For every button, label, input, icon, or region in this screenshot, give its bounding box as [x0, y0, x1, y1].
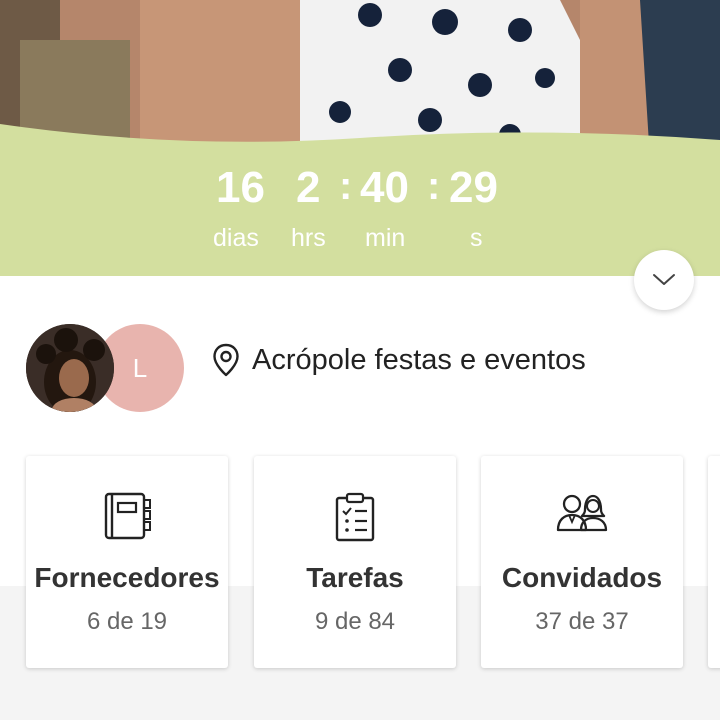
countdown-seconds-label: s — [470, 224, 483, 252]
countdown-hours-label: hrs — [291, 224, 326, 252]
card-guests[interactable]: Convidados 37 de 37 — [481, 456, 683, 668]
venue-name: Acrópole festas e eventos — [252, 343, 586, 376]
guests-icon — [555, 492, 609, 534]
countdown-separator: : — [339, 164, 353, 208]
venue-link[interactable]: Acrópole festas e eventos — [212, 340, 586, 380]
countdown: 16 2 : 40 : 29 dias hrs min s — [0, 0, 720, 276]
card-title: Fornecedores — [34, 562, 220, 593]
checklist-icon — [333, 492, 377, 542]
card-title: Convidados — [501, 562, 663, 593]
countdown-seconds: 29 — [449, 163, 498, 212]
countdown-separator: : — [427, 164, 441, 208]
location-pin-icon — [212, 343, 240, 377]
card-count: 37 de 37 — [535, 608, 629, 635]
expand-header-button[interactable] — [634, 250, 694, 310]
countdown-days-label: dias — [213, 224, 259, 252]
partner-initial: L — [132, 352, 148, 383]
countdown-days: 16 — [216, 163, 265, 212]
chevron-down-icon — [652, 273, 676, 287]
user-avatar-image — [26, 324, 114, 412]
cover-header: 16 2 : 40 : 29 dias hrs min s — [0, 0, 720, 276]
card-title: Tarefas — [306, 562, 404, 593]
countdown-hours: 2 — [296, 163, 321, 212]
countdown-minutes: 40 — [360, 163, 409, 212]
card-tasks[interactable]: Tarefas 9 de 84 — [254, 456, 456, 668]
countdown-minutes-label: min — [365, 224, 406, 252]
notebook-icon — [102, 492, 152, 540]
card-suppliers[interactable]: Fornecedores 6 de 19 — [26, 456, 228, 668]
card-count: 9 de 84 — [314, 608, 396, 635]
user-avatar[interactable] — [26, 324, 114, 412]
card-partial[interactable] — [708, 456, 720, 668]
card-count: 6 de 19 — [86, 608, 168, 635]
